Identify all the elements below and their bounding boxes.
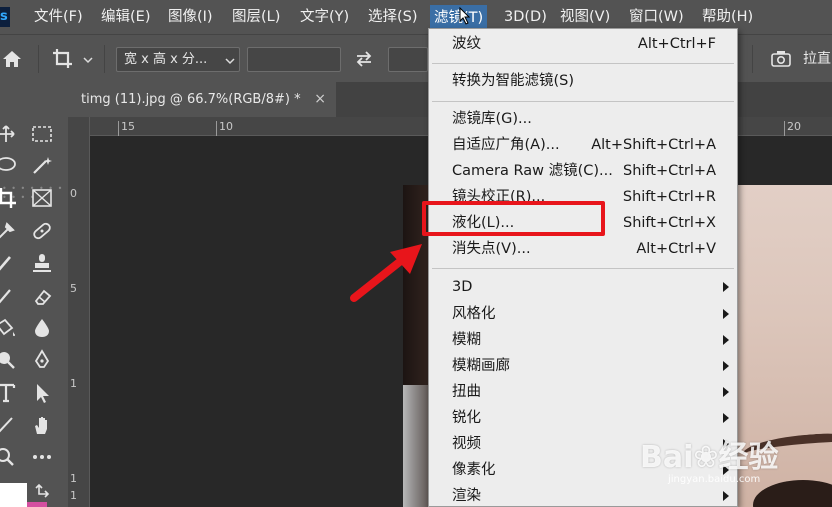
menu-edit[interactable]: 编辑(E) — [97, 0, 154, 34]
submenu-arrow-icon — [723, 361, 729, 371]
submenu-arrow-icon — [723, 282, 729, 292]
more-tools-icon[interactable] — [30, 446, 54, 468]
ruler-label: 5 — [70, 282, 77, 295]
history-brush-tool-icon[interactable] — [0, 285, 18, 307]
options-separator — [104, 45, 105, 73]
straighten-label[interactable]: 拉直 — [803, 48, 831, 68]
watermark-url: jingyan.baidu.com — [668, 474, 761, 485]
ruler-label: 1 — [70, 377, 77, 390]
zoom-tool-icon[interactable] — [0, 446, 18, 468]
document-tab-title: timg (11).jpg @ 66.7%(RGB/8#) * — [81, 92, 301, 107]
dodge-tool-icon[interactable] — [0, 349, 18, 371]
filter-menu-item-vanishing-point[interactable]: 消失点(V)... Alt+Ctrl+V — [429, 236, 737, 262]
frame-tool-icon[interactable] — [30, 187, 54, 209]
foreground-color-swatch[interactable] — [0, 483, 27, 507]
menu-type[interactable]: 文字(Y) — [296, 0, 353, 34]
options-separator — [38, 45, 39, 73]
menu-select[interactable]: 选择(S) — [364, 0, 422, 34]
eyedropper-tool-icon[interactable] — [0, 220, 18, 242]
submenu-arrow-icon — [723, 309, 729, 319]
filter-menu-item-camera-raw[interactable]: Camera Raw 滤镜(C)... Shift+Ctrl+A — [429, 158, 737, 184]
filter-menu-item-blur-gallery[interactable]: 模糊画廊 — [429, 353, 737, 379]
tools-panel: • • • • • • • • • • • — [0, 82, 68, 507]
hand-tool-icon[interactable] — [30, 414, 54, 436]
vertical-ruler[interactable]: 0 5 1 1 1 — [68, 117, 90, 507]
filter-menu-item-distort[interactable]: 扭曲 — [429, 379, 737, 405]
ruler-label: 10 — [219, 120, 233, 133]
width-field[interactable] — [247, 47, 341, 72]
crop-tool-icon[interactable] — [0, 187, 18, 209]
ruler-label: 0 — [70, 187, 77, 200]
background-color-swatch[interactable] — [27, 502, 47, 507]
crop-ratio-value: 宽 x 高 x 分... — [124, 52, 208, 67]
clone-stamp-tool-icon[interactable] — [30, 252, 54, 274]
ruler-tick — [118, 121, 119, 136]
lasso-tool-icon[interactable] — [0, 155, 18, 175]
ruler-label: 20 — [787, 120, 801, 133]
submenu-arrow-icon — [723, 387, 729, 397]
home-icon[interactable] — [1, 49, 23, 69]
close-tab-icon[interactable]: × — [314, 82, 326, 117]
menu-separator — [432, 101, 734, 102]
healing-brush-tool-icon[interactable] — [30, 220, 54, 242]
swap-colors-icon[interactable] — [32, 481, 56, 499]
line-tool-icon[interactable] — [0, 414, 18, 436]
submenu-arrow-icon — [723, 413, 729, 423]
photoshop-window: s 文件(F) 编辑(E) 图像(I) 图层(L) 文字(Y) 选择(S) 滤镜… — [0, 0, 832, 507]
filter-menu-item-render[interactable]: 渲染 — [429, 483, 737, 507]
filter-menu-item-adaptive-wide-angle[interactable]: 自适应广角(A)... Alt+Shift+Ctrl+A — [429, 132, 737, 158]
document-tab[interactable]: timg (11).jpg @ 66.7%(RGB/8#) * × — [68, 82, 336, 117]
type-tool-icon[interactable] — [0, 382, 18, 404]
filter-menu-item-filter-gallery[interactable]: 滤镜库(G)... — [429, 106, 737, 132]
path-selection-tool-icon[interactable] — [30, 382, 54, 404]
menu-image[interactable]: 图像(I) — [164, 0, 217, 34]
submenu-arrow-icon — [723, 491, 729, 501]
eraser-tool-icon[interactable] — [30, 285, 54, 307]
ruler-label: 15 — [121, 120, 135, 133]
filter-menu-item-blur[interactable]: 模糊 — [429, 327, 737, 353]
magic-wand-tool-icon[interactable] — [30, 155, 54, 175]
chevron-down-icon[interactable] — [83, 56, 93, 64]
paint-bucket-tool-icon[interactable] — [0, 317, 18, 339]
photo-eye — [753, 480, 832, 507]
move-tool-icon[interactable] — [0, 124, 18, 144]
swap-icon[interactable] — [354, 50, 374, 68]
liquify-highlight-box — [422, 201, 605, 236]
ruler-label: 1 — [70, 489, 77, 502]
brush-tool-icon[interactable] — [0, 252, 18, 274]
chevron-down-icon — [225, 58, 235, 65]
menu-file[interactable]: 文件(F) — [30, 0, 87, 34]
photoshop-logo: s — [0, 7, 10, 27]
marquee-tool-icon[interactable] — [30, 124, 54, 144]
menu-layer[interactable]: 图层(L) — [228, 0, 284, 34]
options-separator — [752, 45, 753, 73]
pen-tool-icon[interactable] — [30, 349, 54, 371]
submenu-arrow-icon — [723, 335, 729, 345]
filter-menu-item-3d[interactable]: 3D — [429, 274, 737, 300]
filter-menu-item-ripple[interactable]: 波纹 Alt+Ctrl+F — [429, 31, 737, 57]
crop-icon[interactable] — [52, 48, 76, 70]
ruler-label: 1 — [70, 472, 77, 485]
filter-menu-item-smart-filter[interactable]: 转换为智能滤镜(S) — [429, 68, 737, 94]
straighten-icon[interactable] — [770, 50, 792, 68]
watermark-logo-text: Bai❀经验 — [640, 440, 779, 475]
ruler-tick — [784, 121, 785, 136]
red-arrow-icon — [350, 244, 422, 302]
ruler-tick — [216, 121, 217, 136]
crop-ratio-select[interactable]: 宽 x 高 x 分... — [116, 47, 240, 72]
filter-menu-item-stylize[interactable]: 风格化 — [429, 301, 737, 327]
height-field[interactable] — [388, 47, 428, 72]
blur-tool-icon[interactable] — [30, 317, 54, 339]
menu-separator — [432, 63, 734, 64]
mouse-cursor-icon — [459, 7, 471, 25]
menu-separator — [432, 268, 734, 269]
filter-menu-item-sharpen[interactable]: 锐化 — [429, 405, 737, 431]
